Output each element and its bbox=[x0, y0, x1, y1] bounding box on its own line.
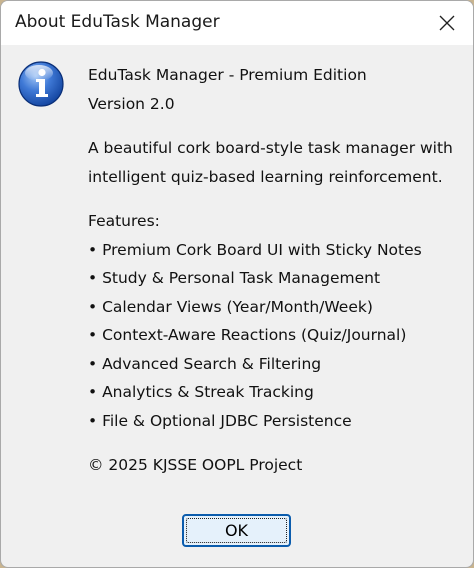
features-heading: Features: bbox=[88, 212, 160, 230]
close-icon bbox=[439, 15, 455, 31]
feature-item: • Calendar Views (Year/Month/Week) bbox=[88, 297, 373, 316]
copyright-line: © 2025 KJSSE OOPL Project bbox=[88, 456, 303, 474]
ok-button[interactable]: OK bbox=[182, 514, 291, 547]
description-line: intelligent quiz-based learning reinforc… bbox=[88, 167, 443, 186]
feature-item: • Study & Personal Task Management bbox=[88, 269, 381, 287]
feature-item: • Premium Cork Board UI with Sticky Note… bbox=[88, 240, 422, 259]
description-line: A beautiful cork board-style task manage… bbox=[88, 139, 453, 157]
title-bar[interactable]: About EduTask Manager bbox=[1, 1, 473, 45]
version-line: Version 2.0 bbox=[88, 94, 175, 113]
feature-item: • File & Optional JDBC Persistence bbox=[88, 411, 352, 430]
feature-item: • Analytics & Streak Tracking bbox=[88, 383, 314, 401]
app-name-line: EduTask Manager - Premium Edition bbox=[88, 66, 367, 84]
message-content: EduTask Manager - Premium Edition Versio… bbox=[88, 61, 468, 480]
feature-item: • Context-Aware Reactions (Quiz/Journal) bbox=[88, 326, 407, 344]
info-icon bbox=[17, 60, 65, 108]
close-button[interactable] bbox=[421, 1, 473, 45]
about-dialog: About EduTask Manager EduTask Manager - … bbox=[0, 0, 474, 568]
feature-item: • Advanced Search & Filtering bbox=[88, 354, 322, 373]
window-title: About EduTask Manager bbox=[15, 12, 220, 32]
ok-button-label: OK bbox=[224, 521, 249, 540]
